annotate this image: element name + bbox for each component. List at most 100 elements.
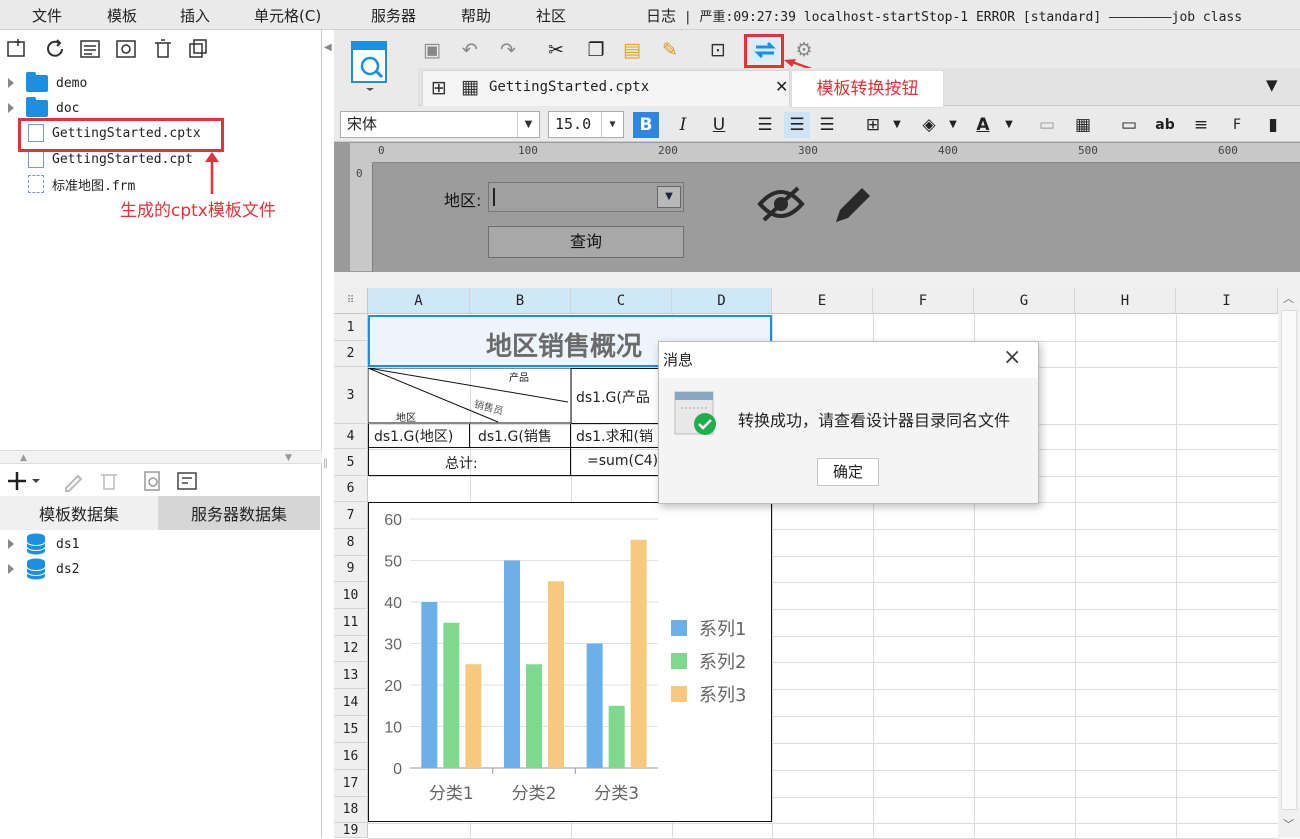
copy-icon[interactable]: ❐: [584, 38, 608, 62]
underline-button[interactable]: U: [706, 112, 732, 138]
dataset-item-ds2[interactable]: ds2: [8, 558, 79, 580]
menu-insert[interactable]: 插入: [180, 5, 210, 26]
formula-icon[interactable]: F: [1224, 112, 1250, 138]
expand-arrow-icon[interactable]: [8, 539, 14, 549]
dataset-item-ds1[interactable]: ds1: [8, 533, 79, 555]
close-icon[interactable]: ×: [1003, 345, 1021, 370]
format-painter-icon[interactable]: ✎: [658, 38, 682, 62]
row-header[interactable]: 13: [334, 662, 368, 689]
scroll-thumb[interactable]: [1281, 310, 1297, 810]
ok-button[interactable]: 确定: [817, 458, 879, 486]
row-header[interactable]: 6: [334, 476, 368, 502]
template-design-icon[interactable]: [348, 40, 392, 92]
row-header[interactable]: 11: [334, 609, 368, 636]
menu-template[interactable]: 模板: [107, 5, 137, 26]
tab-server-datasets[interactable]: 服务器数据集: [158, 496, 320, 530]
column-header-e[interactable]: E: [772, 288, 873, 314]
refresh-icon[interactable]: [47, 39, 63, 57]
undo-icon[interactable]: ↶: [458, 38, 482, 62]
hide-eye-icon[interactable]: [756, 184, 806, 224]
bar-chart[interactable]: 0 10 20 30 40 50 60 分类1 分类2 分类3 系列1 系列2 系列3: [368, 502, 772, 822]
italic-button[interactable]: I: [670, 112, 696, 138]
scroll-down-icon[interactable]: ﹀: [1283, 816, 1294, 832]
column-header-h[interactable]: H: [1075, 288, 1176, 314]
select-all-corner[interactable]: ⠿: [334, 288, 368, 314]
row-header[interactable]: 3: [334, 367, 368, 424]
align-center-button[interactable]: ☰: [784, 112, 810, 138]
edit-icon[interactable]: [65, 474, 83, 492]
chevron-down-icon[interactable]: ▼: [601, 112, 623, 137]
redo-icon[interactable]: ↷: [496, 38, 520, 62]
row-header[interactable]: 8: [334, 529, 368, 556]
merge-cells-icon[interactable]: ▭: [1034, 112, 1060, 138]
font-size-select[interactable]: 15.0 ▼: [548, 111, 624, 138]
row-header[interactable]: 5: [334, 449, 368, 476]
row-header[interactable]: 16: [334, 743, 368, 770]
collapse-down-icon[interactable]: ▼: [285, 453, 292, 463]
row-header[interactable]: 1: [334, 314, 368, 341]
table-icon[interactable]: ▦: [1070, 112, 1096, 138]
menu-community[interactable]: 社区: [536, 5, 566, 26]
expand-arrow-icon[interactable]: [8, 78, 14, 88]
row-header[interactable]: 4: [334, 424, 368, 449]
splitter-grip-icon[interactable]: ‖: [323, 458, 328, 469]
edit-pencil-icon[interactable]: [830, 184, 874, 228]
row-header[interactable]: 10: [334, 582, 368, 609]
font-family-select[interactable]: 宋体 ▼: [340, 111, 540, 138]
dataset-edit-icon[interactable]: [177, 472, 197, 490]
list-icon[interactable]: ≡: [1188, 112, 1214, 138]
cell-c3[interactable]: ds1.G(产品: [571, 368, 659, 424]
column-header-d[interactable]: D: [672, 288, 772, 314]
cell-c5[interactable]: =sum(C4): [571, 448, 659, 476]
new-file-icon[interactable]: [7, 39, 25, 57]
chevron-down-icon[interactable]: ▼: [884, 112, 910, 138]
settings-icon[interactable]: [116, 40, 136, 58]
cell-c4[interactable]: ds1.求和(销: [571, 424, 659, 448]
chevron-down-icon[interactable]: ▼: [996, 112, 1022, 138]
row-header[interactable]: 2: [334, 341, 368, 367]
dropdown-arrow-icon[interactable]: ▼: [657, 186, 681, 208]
preview-template-icon[interactable]: ⊡: [706, 38, 730, 62]
row-header[interactable]: 7: [334, 502, 368, 529]
chevron-down-icon[interactable]: ▼: [517, 112, 539, 137]
column-header-a[interactable]: A: [368, 288, 470, 314]
collapse-up-icon[interactable]: ▲: [20, 453, 27, 463]
row-header[interactable]: 19: [334, 823, 368, 838]
add-icon[interactable]: [8, 472, 26, 490]
row-header[interactable]: 15: [334, 716, 368, 743]
chevron-down-icon[interactable]: ▼: [940, 112, 966, 138]
column-header-g[interactable]: G: [974, 288, 1075, 314]
menu-help[interactable]: 帮助: [461, 5, 491, 26]
region-param-input[interactable]: ▼: [488, 182, 684, 212]
copy-icon[interactable]: [189, 39, 207, 58]
cell-a4[interactable]: ds1.G(地区): [368, 424, 470, 448]
scroll-up-icon[interactable]: ︿: [1283, 290, 1294, 306]
column-header-i[interactable]: I: [1176, 288, 1278, 314]
cell-total-label[interactable]: 总计:: [368, 448, 571, 476]
dropdown-arrow-icon[interactable]: [32, 479, 40, 483]
align-left-button[interactable]: ☰: [752, 112, 778, 138]
preview-icon[interactable]: [144, 471, 160, 491]
paste-icon[interactable]: ▤: [620, 38, 644, 62]
row-header[interactable]: 18: [334, 797, 368, 823]
save-icon[interactable]: ▣: [420, 38, 444, 62]
column-header-b[interactable]: B: [470, 288, 571, 314]
tree-folder-demo[interactable]: demo: [8, 71, 87, 94]
panel-splitter[interactable]: ▲ ▼: [0, 450, 322, 464]
fill-color-icon[interactable]: ◈: [916, 112, 942, 138]
chart-icon[interactable]: ▮: [1260, 112, 1286, 138]
query-button[interactable]: 查询: [488, 226, 684, 258]
column-header-f[interactable]: F: [873, 288, 974, 314]
text-widget-icon[interactable]: ab: [1152, 112, 1178, 138]
row-header[interactable]: 17: [334, 770, 368, 797]
template-convert-button[interactable]: [752, 38, 778, 62]
properties-icon[interactable]: [80, 40, 100, 58]
align-right-button[interactable]: ☰: [814, 112, 840, 138]
tab-template-datasets[interactable]: 模板数据集: [0, 496, 158, 530]
grid-icon[interactable]: ⊞: [431, 77, 447, 99]
tree-folder-doc[interactable]: doc: [8, 96, 79, 119]
delete-icon[interactable]: [155, 39, 171, 58]
tab-list-icon[interactable]: ▼: [1266, 76, 1278, 94]
cell-b4[interactable]: ds1.G(销售: [470, 424, 571, 448]
column-header-c[interactable]: C: [571, 288, 672, 314]
